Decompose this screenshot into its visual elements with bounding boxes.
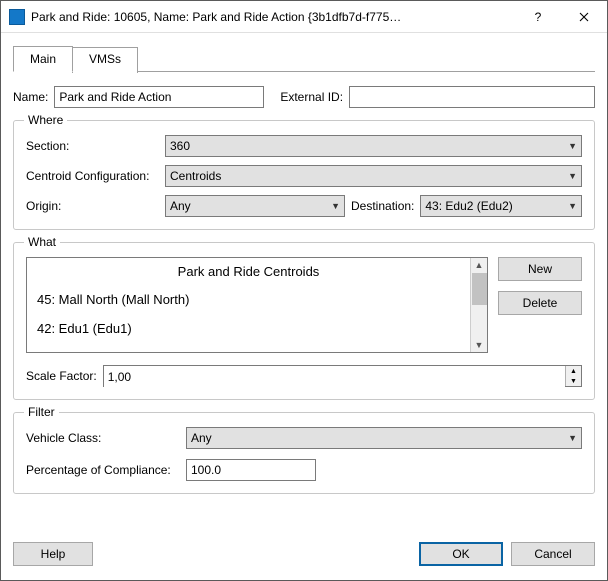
centroid-config-label: Centroid Configuration: — [26, 169, 161, 183]
filter-title: Filter — [24, 405, 59, 419]
vehicle-class-label: Vehicle Class: — [26, 431, 186, 445]
destination-value: 43: Edu2 (Edu2) — [425, 199, 512, 213]
chevron-down-icon: ▼ — [568, 141, 577, 151]
list-header: Park and Ride Centroids — [27, 258, 470, 285]
tab-main[interactable]: Main — [13, 46, 73, 72]
window-title: Park and Ride: 10605, Name: Park and Rid… — [31, 10, 515, 24]
list-item[interactable]: 45: Mall North (Mall North) — [27, 285, 470, 314]
chevron-down-icon: ▼ — [331, 201, 340, 211]
destination-label: Destination: — [351, 199, 414, 213]
list-item[interactable]: 42: Edu1 (Edu1) — [27, 314, 470, 343]
external-id-field[interactable] — [349, 86, 595, 108]
section-combo[interactable]: 360 ▼ — [165, 135, 582, 157]
compliance-field[interactable] — [186, 459, 316, 481]
app-icon — [9, 9, 25, 25]
section-value: 360 — [170, 139, 190, 153]
vehicle-class-combo[interactable]: Any ▼ — [186, 427, 582, 449]
close-icon[interactable] — [561, 1, 607, 32]
ok-button[interactable]: OK — [419, 542, 503, 566]
origin-combo[interactable]: Any ▼ — [165, 195, 345, 217]
centroid-config-combo[interactable]: Centroids ▼ — [165, 165, 582, 187]
origin-label: Origin: — [26, 199, 161, 213]
name-field[interactable] — [54, 86, 264, 108]
scroll-down-icon[interactable]: ▼ — [475, 338, 484, 352]
centroid-config-value: Centroids — [170, 169, 221, 183]
tab-vmss[interactable]: VMSs — [72, 47, 138, 73]
spin-down-icon[interactable]: ▼ — [566, 376, 581, 386]
scale-factor-label: Scale Factor: — [26, 369, 97, 383]
scale-factor-input[interactable] — [104, 366, 565, 388]
cancel-button[interactable]: Cancel — [511, 542, 595, 566]
new-button[interactable]: New — [498, 257, 582, 281]
what-group: What Park and Ride Centroids 45: Mall No… — [13, 242, 595, 400]
vehicle-class-value: Any — [191, 431, 212, 445]
scale-factor-stepper[interactable]: ▲ ▼ — [103, 365, 582, 387]
dialog-footer: Help OK Cancel — [1, 532, 607, 580]
chevron-down-icon: ▼ — [568, 433, 577, 443]
tab-bar: Main VMSs — [13, 45, 595, 72]
chevron-down-icon: ▼ — [568, 171, 577, 181]
where-group: Where Section: 360 ▼ Centroid Configurat… — [13, 120, 595, 230]
name-label: Name: — [13, 90, 48, 104]
centroids-list[interactable]: Park and Ride Centroids 45: Mall North (… — [26, 257, 488, 353]
origin-value: Any — [170, 199, 191, 213]
section-label: Section: — [26, 139, 161, 153]
title-bar: Park and Ride: 10605, Name: Park and Rid… — [1, 1, 607, 33]
help-icon[interactable]: ? — [515, 1, 561, 32]
chevron-down-icon: ▼ — [568, 201, 577, 211]
help-button[interactable]: Help — [13, 542, 93, 566]
destination-combo[interactable]: 43: Edu2 (Edu2) ▼ — [420, 195, 582, 217]
scrollbar[interactable]: ▲ ▼ — [470, 258, 487, 352]
delete-button[interactable]: Delete — [498, 291, 582, 315]
compliance-label: Percentage of Compliance: — [26, 463, 186, 477]
where-title: Where — [24, 113, 67, 127]
scroll-thumb[interactable] — [472, 273, 487, 305]
external-id-label: External ID: — [280, 90, 343, 104]
what-title: What — [24, 235, 60, 249]
scroll-up-icon[interactable]: ▲ — [475, 258, 484, 272]
spin-up-icon[interactable]: ▲ — [566, 366, 581, 376]
filter-group: Filter Vehicle Class: Any ▼ Percentage o… — [13, 412, 595, 494]
